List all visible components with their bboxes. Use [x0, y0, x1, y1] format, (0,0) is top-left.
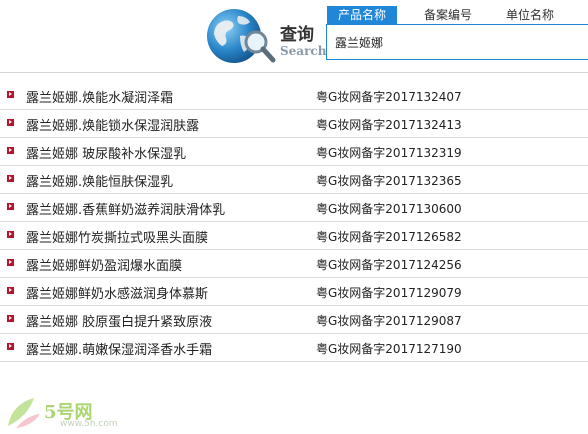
table-row: 露兰姬娜.焕能恒肤保湿乳 粤G妆网备字2017132365	[0, 166, 588, 194]
leaf-logo-icon	[8, 398, 40, 428]
registration-number: 粤G妆网备字2017132413	[316, 118, 462, 132]
logo-subtitle: Search	[280, 44, 327, 58]
product-name-link[interactable]: 露兰姬娜.焕能水凝润泽霜	[26, 87, 173, 106]
registration-number: 粤G妆网备字2017126582	[316, 230, 462, 244]
product-name-link[interactable]: 露兰姬娜竹炭撕拉式吸黑头面膜	[26, 227, 208, 246]
arrow-bullet-icon	[7, 343, 14, 350]
header-divider	[0, 72, 588, 73]
product-name-link[interactable]: 露兰姬娜鲜奶盈润爆水面膜	[26, 255, 182, 274]
search-box	[326, 24, 588, 60]
table-row: 露兰姬娜.焕能锁水保湿润肤露 粤G妆网备字2017132413	[0, 110, 588, 138]
search-logo: 查询 Search	[204, 6, 327, 66]
arrow-bullet-icon	[7, 203, 14, 210]
product-name-link[interactable]: 露兰姬娜 胶原蛋白提升紧致原液	[26, 311, 212, 330]
arrow-bullet-icon	[7, 315, 14, 322]
globe-magnifier-icon	[207, 9, 276, 63]
table-row: 露兰姬娜竹炭撕拉式吸黑头面膜 粤G妆网备字2017126582	[0, 222, 588, 250]
product-name-link[interactable]: 露兰姬娜鲜奶水感滋润身体慕斯	[26, 283, 208, 302]
arrow-bullet-icon	[7, 147, 14, 154]
registration-number: 粤G妆网备字2017124256	[316, 258, 462, 272]
registration-number: 粤G妆网备字2017130600	[316, 202, 462, 216]
arrow-bullet-icon	[7, 91, 14, 98]
registration-number: 粤G妆网备字2017132407	[316, 90, 462, 104]
registration-number: 粤G妆网备字2017127190	[316, 342, 462, 356]
arrow-bullet-icon	[7, 231, 14, 238]
tab-record-number[interactable]: 备案编号	[413, 6, 483, 24]
registration-number: 粤G妆网备字2017132319	[316, 146, 462, 160]
arrow-bullet-icon	[7, 175, 14, 182]
results-list: 露兰姬娜.焕能水凝润泽霜 粤G妆网备字2017132407 露兰姬娜.焕能锁水保…	[0, 82, 588, 362]
table-row: 露兰姬娜 胶原蛋白提升紧致原液 粤G妆网备字2017129087	[0, 306, 588, 334]
logo-title: 查询	[280, 25, 314, 45]
registration-number: 粤G妆网备字2017129079	[316, 286, 462, 300]
registration-number: 粤G妆网备字2017129087	[316, 314, 462, 328]
table-row: 露兰姬娜鲜奶盈润爆水面膜 粤G妆网备字2017124256	[0, 250, 588, 278]
table-row: 露兰姬娜鲜奶水感滋润身体慕斯 粤G妆网备字2017129079	[0, 278, 588, 306]
tab-company-name[interactable]: 单位名称	[495, 6, 565, 24]
product-name-link[interactable]: 露兰姬娜.香蕉鲜奶滋养润肤滑体乳	[26, 199, 225, 218]
table-row: 露兰姬娜.香蕉鲜奶滋养润肤滑体乳 粤G妆网备字2017130600	[0, 194, 588, 222]
arrow-bullet-icon	[7, 287, 14, 294]
table-row: 露兰姬娜.萌嫩保湿润泽香水手霜 粤G妆网备字2017127190	[0, 334, 588, 362]
table-row: 露兰姬娜 玻尿酸补水保湿乳 粤G妆网备字2017132319	[0, 138, 588, 166]
product-name-link[interactable]: 露兰姬娜 玻尿酸补水保湿乳	[26, 143, 186, 162]
table-row: 露兰姬娜.焕能水凝润泽霜 粤G妆网备字2017132407	[0, 82, 588, 110]
site-watermark: 5号网 www.5h.com	[0, 392, 120, 434]
product-name-link[interactable]: 露兰姬娜.萌嫩保湿润泽香水手霜	[26, 339, 212, 358]
watermark-url: www.5h.com	[60, 419, 118, 429]
arrow-bullet-icon	[7, 119, 14, 126]
header: 查询 Search 产品名称 备案编号 单位名称	[0, 0, 588, 73]
product-name-link[interactable]: 露兰姬娜.焕能恒肤保湿乳	[26, 171, 173, 190]
product-name-link[interactable]: 露兰姬娜.焕能锁水保湿润肤露	[26, 115, 199, 134]
tab-product-name[interactable]: 产品名称	[327, 6, 397, 24]
search-input[interactable]	[335, 27, 575, 57]
registration-number: 粤G妆网备字2017132365	[316, 174, 462, 188]
arrow-bullet-icon	[7, 259, 14, 266]
